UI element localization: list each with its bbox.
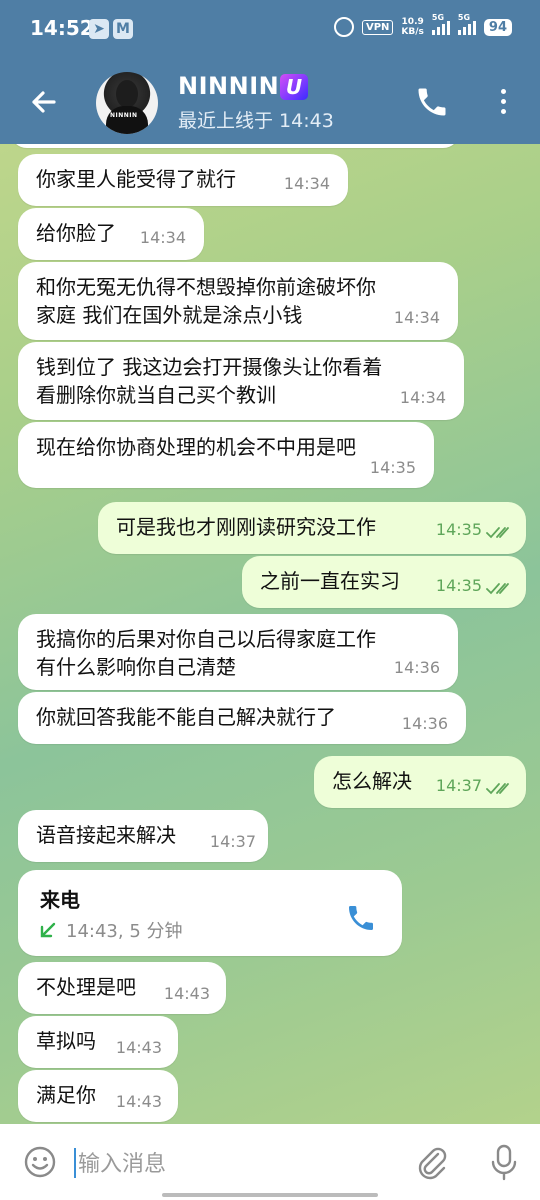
message-bubble-incoming[interactable]: 你就回答我能不能自己解决就行了 14:36 xyxy=(18,692,466,744)
read-checkmarks-icon xyxy=(486,783,509,795)
message-bubble-incoming[interactable]: 我搞你的后果对你自己以后得家庭工作 有什么影响你自己清楚 14:36 xyxy=(18,614,458,690)
message-time: 14:37 xyxy=(435,776,482,795)
message-time: 14:36 xyxy=(401,714,448,733)
message-time: 14:34 xyxy=(139,228,186,247)
contact-name[interactable]: NINNIN xyxy=(178,72,279,100)
attachment-icon[interactable] xyxy=(414,1144,450,1180)
call-title: 来电 xyxy=(40,888,80,912)
incoming-call-card[interactable]: 来电 14:43, 5 分钟 xyxy=(18,870,402,956)
message-list: 你家里人能受得了就行 14:34 给你脸了 14:34 和你无冤无仇得不想毁掉你… xyxy=(0,144,540,1124)
message-bubble-incoming[interactable]: 你家里人能受得了就行 14:34 xyxy=(18,154,348,206)
message-bubble-incoming[interactable]: 钱到位了 我这边会打开摄像头让你看着 看删除你就当自己买个教训 14:34 xyxy=(18,342,464,420)
network-speed: 10.9 KB/s xyxy=(401,17,424,37)
message-time: 14:37 xyxy=(209,832,256,851)
message-time: 14:43 xyxy=(115,1092,162,1111)
message-time: 14:35 xyxy=(435,576,482,595)
battery-indicator: 94 xyxy=(483,18,512,36)
message-bubble-incoming[interactable]: 满足你 14:43 xyxy=(18,1070,178,1122)
incoming-arrow-icon xyxy=(40,922,56,938)
call-meta: 14:43, 5 分钟 xyxy=(66,921,183,942)
message-bubble-incoming[interactable]: 不处理是吧 14:43 xyxy=(18,962,226,1014)
read-checkmarks-icon xyxy=(486,527,509,539)
message-bubble-outgoing[interactable]: 之前一直在实习 14:35 xyxy=(242,556,526,608)
text-cursor xyxy=(74,1148,76,1178)
home-indicator[interactable] xyxy=(162,1193,378,1197)
avatar[interactable]: NINNIN xyxy=(96,72,158,134)
alarm-icon xyxy=(333,17,354,37)
back-arrow-icon[interactable] xyxy=(24,82,64,122)
signal-icon-2: 5G xyxy=(457,13,476,35)
message-time: 14:36 xyxy=(393,658,440,677)
message-time: 14:34 xyxy=(283,174,330,193)
emoji-icon[interactable] xyxy=(22,1144,58,1180)
premium-badge-icon: U xyxy=(280,74,308,100)
message-bubble-incoming[interactable]: 草拟吗 14:43 xyxy=(18,1016,178,1068)
chat-header: NINNIN NINNIN U 最近上线于 14:43 xyxy=(0,58,540,144)
message-bubble-outgoing[interactable]: 可是我也才刚刚读研究没工作 14:35 xyxy=(98,502,526,554)
message-time: 14:34 xyxy=(393,308,440,327)
message-bubble-incoming[interactable]: 和你无冤无仇得不想毁掉你前途破坏你 家庭 我们在国外就是涂点小钱 14:34 xyxy=(18,262,458,340)
status-bar: 14:52 ➤ M VPN 10.9 KB/s 5G 5G 94 xyxy=(0,0,540,58)
status-indicators: VPN 10.9 KB/s 5G 5G 94 xyxy=(333,13,512,37)
phone-call-icon[interactable] xyxy=(414,84,450,120)
microphone-icon[interactable] xyxy=(488,1142,520,1182)
last-seen-status: 最近上线于 14:43 xyxy=(178,110,334,132)
message-input[interactable]: 输入消息 xyxy=(78,1146,166,1178)
message-bubble-incoming[interactable]: 语音接起来解决 14:37 xyxy=(18,810,268,862)
message-time: 14:34 xyxy=(399,388,446,407)
message-time: 14:43 xyxy=(163,984,210,1003)
message-time: 14:35 xyxy=(369,458,416,477)
call-back-phone-icon[interactable] xyxy=(345,902,377,934)
message-time: 14:43 xyxy=(115,1038,162,1057)
more-menu-icon[interactable] xyxy=(493,86,513,118)
read-checkmarks-icon xyxy=(486,583,509,595)
message-bubble-incoming[interactable]: 给你脸了 14:34 xyxy=(18,208,204,260)
message-bubble-incoming[interactable]: 现在给你协商处理的机会不中用是吧 14:35 xyxy=(18,422,434,488)
vpn-badge: VPN xyxy=(361,19,394,35)
status-time: 14:52 xyxy=(30,16,94,40)
telegram-notification-icon: ➤ xyxy=(89,19,109,39)
mail-notification-icon: M xyxy=(113,19,133,39)
message-bubble-partial xyxy=(10,144,460,148)
message-time: 14:35 xyxy=(435,520,482,539)
message-input-bar: 输入消息 xyxy=(0,1124,540,1200)
signal-icon-1: 5G xyxy=(431,13,450,35)
message-bubble-outgoing[interactable]: 怎么解决 14:37 xyxy=(314,756,526,808)
